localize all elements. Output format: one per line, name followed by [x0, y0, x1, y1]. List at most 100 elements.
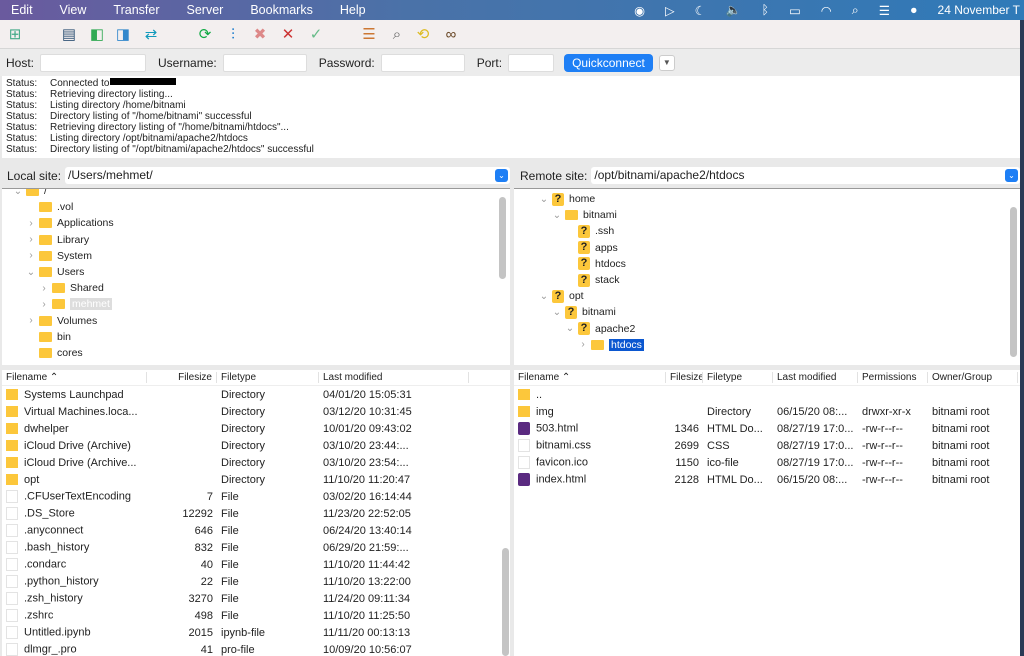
reconnect-icon[interactable]: ✓	[305, 23, 327, 45]
bluetooth-icon[interactable]: ᛒ	[761, 3, 769, 17]
search-remote-icon[interactable]: ⌕	[386, 23, 408, 45]
chevron-down-icon[interactable]: ⌄	[538, 291, 550, 302]
file-row[interactable]: .bash_history 832 File 06/29/20 21:59:...	[2, 539, 510, 556]
sort-ascending-icon[interactable]: ⌃	[559, 372, 570, 383]
column-header-filename[interactable]: Filename ⌃	[2, 372, 147, 383]
clock[interactable]: 24 November T	[938, 3, 1020, 17]
tree-item[interactable]: ⌄? apache2	[564, 321, 635, 337]
tree-item[interactable]: › Library	[25, 232, 89, 248]
remote-site-path[interactable]: /opt/bitnami/apache2/htdocs ⌄	[591, 167, 1020, 184]
tree-item[interactable]: ⌄? bitnami	[551, 304, 616, 320]
file-row[interactable]: Virtual Machines.loca... Directory 03/12/2…	[2, 403, 510, 420]
play-icon[interactable]: ▷	[665, 3, 675, 18]
tree-item[interactable]: ? apps	[564, 240, 618, 256]
column-header-last-modified[interactable]: Last modified	[773, 372, 858, 383]
column-header-filetype[interactable]: Filetype	[703, 372, 773, 383]
menu-edit[interactable]: Edit	[11, 3, 33, 17]
file-row[interactable]: .DS_Store 12292 File 11/23/20 22:52:05	[2, 505, 510, 522]
tree-item[interactable]: ? stack	[564, 272, 620, 288]
chevron-right-icon[interactable]: ›	[577, 339, 589, 350]
column-header-filename[interactable]: Filename ⌃	[514, 372, 666, 383]
menu-view[interactable]: View	[60, 3, 87, 17]
local-site-path[interactable]: /Users/mehmet/ ⌄	[65, 167, 510, 184]
file-row[interactable]: .CFUserTextEncoding 7 File 03/02/20 16:14:4…	[2, 488, 510, 505]
wifi-icon[interactable]: ◠	[821, 3, 832, 18]
file-row[interactable]: .condarc 40 File 11/10/20 11:44:42	[2, 556, 510, 573]
column-header-last-modified[interactable]: Last modified	[319, 372, 469, 383]
search-icon[interactable]: ⌕	[852, 3, 859, 18]
tree-item[interactable]: ? .ssh	[564, 223, 614, 239]
transfer-queue-icon[interactable]: ⇄	[140, 23, 162, 45]
file-row[interactable]: img Directory 06/15/20 08:... drwxr-xr-x bit…	[514, 403, 1020, 420]
file-row[interactable]: Untitled.ipynb 2015 ipynb-file 11/11/20 00:…	[2, 624, 510, 641]
message-log-icon[interactable]: ▤	[58, 23, 80, 45]
file-row[interactable]: opt Directory 11/10/20 11:20:47	[2, 471, 510, 488]
disconnect-icon[interactable]: ✕	[277, 23, 299, 45]
tree-item[interactable]: › mehmet	[38, 296, 112, 312]
control-center-icon[interactable]: ☰	[879, 3, 890, 18]
tree-item[interactable]: ⌄ bitnami	[551, 207, 617, 223]
port-input[interactable]	[508, 53, 555, 72]
tree-item[interactable]: › htdocs	[577, 337, 644, 353]
local-list-scrollbar[interactable]	[502, 548, 509, 656]
siri-icon[interactable]: ●	[910, 3, 918, 17]
chevron-right-icon[interactable]: ›	[25, 234, 37, 245]
column-header-filesize[interactable]: Filesize	[147, 372, 217, 383]
remote-tree-scrollbar[interactable]	[1010, 207, 1017, 357]
file-row[interactable]: favicon.ico 1150 ico-file 08/27/19 17:0... -…	[514, 454, 1020, 471]
sync-browse-icon[interactable]: ⟲	[412, 23, 434, 45]
tree-item[interactable]: › Applications	[25, 215, 113, 231]
chevron-down-icon[interactable]: ⌄	[1005, 169, 1018, 182]
column-header-filesize[interactable]: Filesize	[666, 372, 703, 383]
file-row[interactable]: iCloud Drive (Archive) Directory 03/10/20 …	[2, 437, 510, 454]
file-row[interactable]: index.html 2128 HTML Do... 06/15/20 08:... -…	[514, 471, 1020, 488]
username-input[interactable]	[222, 53, 307, 72]
file-row[interactable]: .zshrc 498 File 11/10/20 11:25:50	[2, 607, 510, 624]
status-app-icon[interactable]: ◉	[634, 3, 645, 18]
tree-item[interactable]: .vol	[25, 199, 73, 215]
chevron-down-icon[interactable]: ⌄	[25, 267, 37, 278]
menu-bookmarks[interactable]: Bookmarks	[250, 3, 313, 17]
tree-item[interactable]: ⌄ Users	[25, 264, 85, 280]
file-row[interactable]: dlmgr_.pro 41 pro-file 10/09/20 10:56:07	[2, 641, 510, 656]
chevron-right-icon[interactable]: ›	[25, 250, 37, 261]
tree-item[interactable]: ? htdocs	[564, 256, 626, 272]
column-header-owner-group[interactable]: Owner/Group	[928, 372, 1018, 383]
tree-item[interactable]: ⌄? home	[538, 191, 595, 207]
host-input[interactable]	[40, 53, 147, 72]
chevron-down-icon[interactable]: ⌄	[12, 189, 24, 197]
file-row[interactable]: .zsh_history 3270 File 11/24/20 09:11:34	[2, 590, 510, 607]
password-input[interactable]	[380, 53, 465, 72]
quickconnect-dropdown[interactable]: ▼	[658, 54, 675, 71]
message-log[interactable]: Status: Connected to Status: Retrieving dir…	[2, 76, 1020, 158]
local-tree-scrollbar[interactable]	[499, 197, 506, 279]
chevron-right-icon[interactable]: ›	[25, 218, 37, 229]
filter-icon[interactable]: ⫶	[222, 23, 244, 45]
volume-icon[interactable]: 🔈	[726, 3, 742, 18]
file-row[interactable]: dwhelper Directory 10/01/20 09:43:02	[2, 420, 510, 437]
tree-item[interactable]: › Shared	[38, 280, 104, 296]
site-manager-icon[interactable]: ⊞	[4, 23, 26, 45]
chevron-right-icon[interactable]: ›	[25, 315, 37, 326]
tree-item[interactable]: ⌄? opt	[538, 288, 584, 304]
file-row[interactable]: .python_history 22 File 11/10/20 13:22:00	[2, 573, 510, 590]
tree-item[interactable]: cores	[25, 345, 83, 361]
battery-icon[interactable]: ▭	[789, 3, 801, 18]
file-row[interactable]: iCloud Drive (Archive... Directory 03/10/2…	[2, 454, 510, 471]
tree-item[interactable]: bin	[25, 329, 71, 345]
tree-item[interactable]: › Volumes	[25, 313, 97, 329]
tree-item[interactable]: ⌄ /	[12, 189, 47, 199]
moon-icon[interactable]: ☾	[695, 3, 706, 18]
chevron-right-icon[interactable]: ›	[38, 299, 50, 310]
tree-item[interactable]: › System	[25, 248, 92, 264]
chevron-down-icon[interactable]: ⌄	[495, 169, 508, 182]
quickconnect-button[interactable]: Quickconnect	[564, 53, 653, 72]
chevron-down-icon[interactable]: ⌄	[551, 210, 563, 221]
sort-ascending-icon[interactable]: ⌃	[47, 372, 58, 383]
file-row[interactable]: bitnami.css 2699 CSS 08/27/19 17:0... -rw-r-…	[514, 437, 1020, 454]
column-header-filetype[interactable]: Filetype	[217, 372, 319, 383]
compare-icon[interactable]: ☰	[358, 23, 380, 45]
chevron-down-icon[interactable]: ⌄	[564, 323, 576, 334]
chevron-down-icon[interactable]: ⌄	[551, 307, 563, 318]
local-tree-icon[interactable]: ◧	[86, 23, 108, 45]
